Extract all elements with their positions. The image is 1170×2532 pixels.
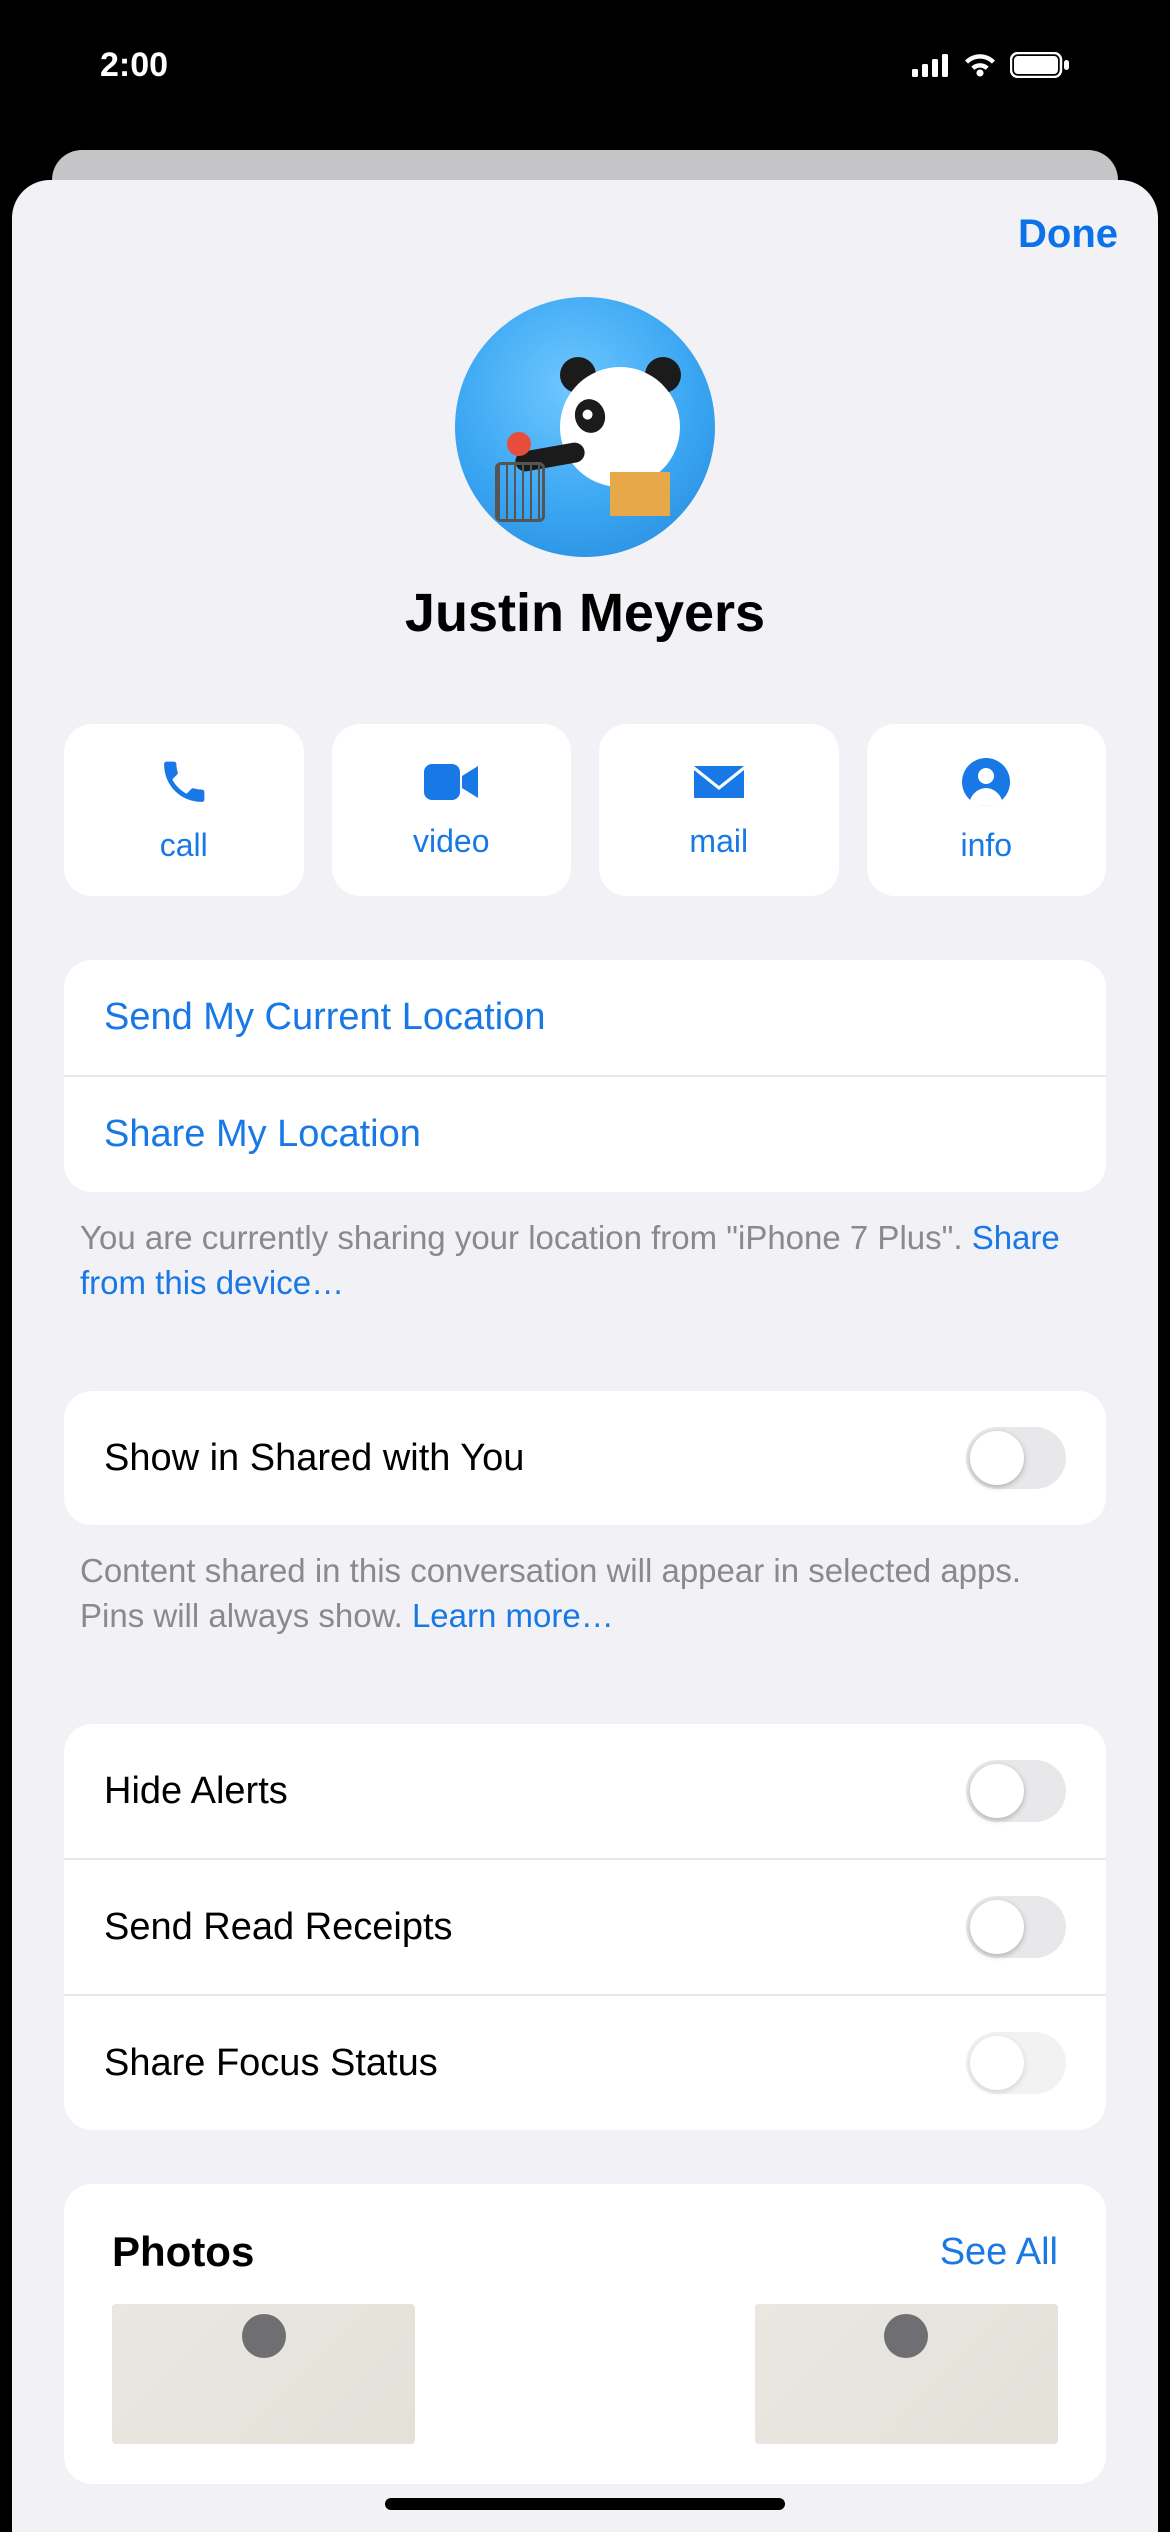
video-icon (422, 760, 480, 809)
contact-name: Justin Meyers (405, 582, 765, 644)
send-current-location-row[interactable]: Send My Current Location (64, 960, 1106, 1075)
video-button[interactable]: video (332, 724, 572, 896)
location-group: Send My Current Location Share My Locati… (64, 960, 1106, 1192)
photo-thumbnail[interactable] (755, 2304, 1058, 2444)
shared-with-you-footer: Content shared in this conversation will… (80, 1549, 1090, 1638)
call-label: call (160, 827, 208, 864)
share-focus-status-toggle[interactable] (966, 2032, 1066, 2094)
notifications-group: Hide Alerts Send Read Receipts Share Foc… (64, 1724, 1106, 2130)
mail-label: mail (689, 823, 748, 860)
share-focus-status-row[interactable]: Share Focus Status (64, 1994, 1106, 2130)
location-footer-text: You are currently sharing your location … (80, 1219, 972, 1256)
phone-icon (158, 756, 210, 813)
see-all-button[interactable]: See All (940, 2231, 1058, 2274)
hide-alerts-label: Hide Alerts (104, 1770, 288, 1813)
status-indicators (912, 52, 1070, 78)
hide-alerts-toggle[interactable] (966, 1760, 1066, 1822)
mail-icon (690, 760, 748, 809)
nav-bar: Done (12, 180, 1158, 257)
send-read-receipts-label: Send Read Receipts (104, 1906, 453, 1949)
info-button[interactable]: info (867, 724, 1107, 896)
location-footer: You are currently sharing your location … (80, 1216, 1090, 1305)
info-label: info (960, 827, 1012, 864)
hide-alerts-row[interactable]: Hide Alerts (64, 1724, 1106, 1858)
cellular-icon (912, 53, 950, 77)
share-focus-status-label: Share Focus Status (104, 2042, 438, 2085)
status-time: 2:00 (100, 46, 168, 85)
call-button[interactable]: call (64, 724, 304, 896)
share-my-location-row[interactable]: Share My Location (64, 1075, 1106, 1192)
contact-detail-sheet: Done Justin Meyers call video (12, 180, 1158, 2532)
video-label: video (413, 823, 490, 860)
send-read-receipts-row[interactable]: Send Read Receipts (64, 1858, 1106, 1994)
send-read-receipts-toggle[interactable] (966, 1896, 1066, 1958)
photos-title: Photos (112, 2228, 254, 2276)
photos-group: Photos See All (64, 2184, 1106, 2484)
shared-with-you-toggle[interactable] (966, 1427, 1066, 1489)
person-circle-icon (960, 756, 1012, 813)
avatar[interactable] (455, 297, 715, 557)
show-in-shared-with-you-row[interactable]: Show in Shared with You (64, 1391, 1106, 1525)
battery-icon (1010, 52, 1070, 78)
photo-thumbnail[interactable] (112, 2304, 415, 2444)
actions-row: call video mail info (12, 724, 1158, 896)
status-bar: 2:00 (0, 0, 1170, 130)
share-my-location-label: Share My Location (104, 1113, 421, 1156)
show-in-shared-with-you-label: Show in Shared with You (104, 1437, 524, 1480)
home-indicator[interactable] (385, 2498, 785, 2510)
done-button[interactable]: Done (1018, 212, 1118, 257)
learn-more-link[interactable]: Learn more… (412, 1597, 614, 1634)
photos-row[interactable] (64, 2304, 1106, 2444)
photo-thumbnail[interactable] (433, 2304, 737, 2444)
send-current-location-label: Send My Current Location (104, 996, 545, 1039)
contact-header: Justin Meyers (12, 297, 1158, 644)
mail-button[interactable]: mail (599, 724, 839, 896)
photos-header: Photos See All (64, 2184, 1106, 2304)
shared-with-you-group: Show in Shared with You (64, 1391, 1106, 1525)
wifi-icon (962, 52, 998, 78)
